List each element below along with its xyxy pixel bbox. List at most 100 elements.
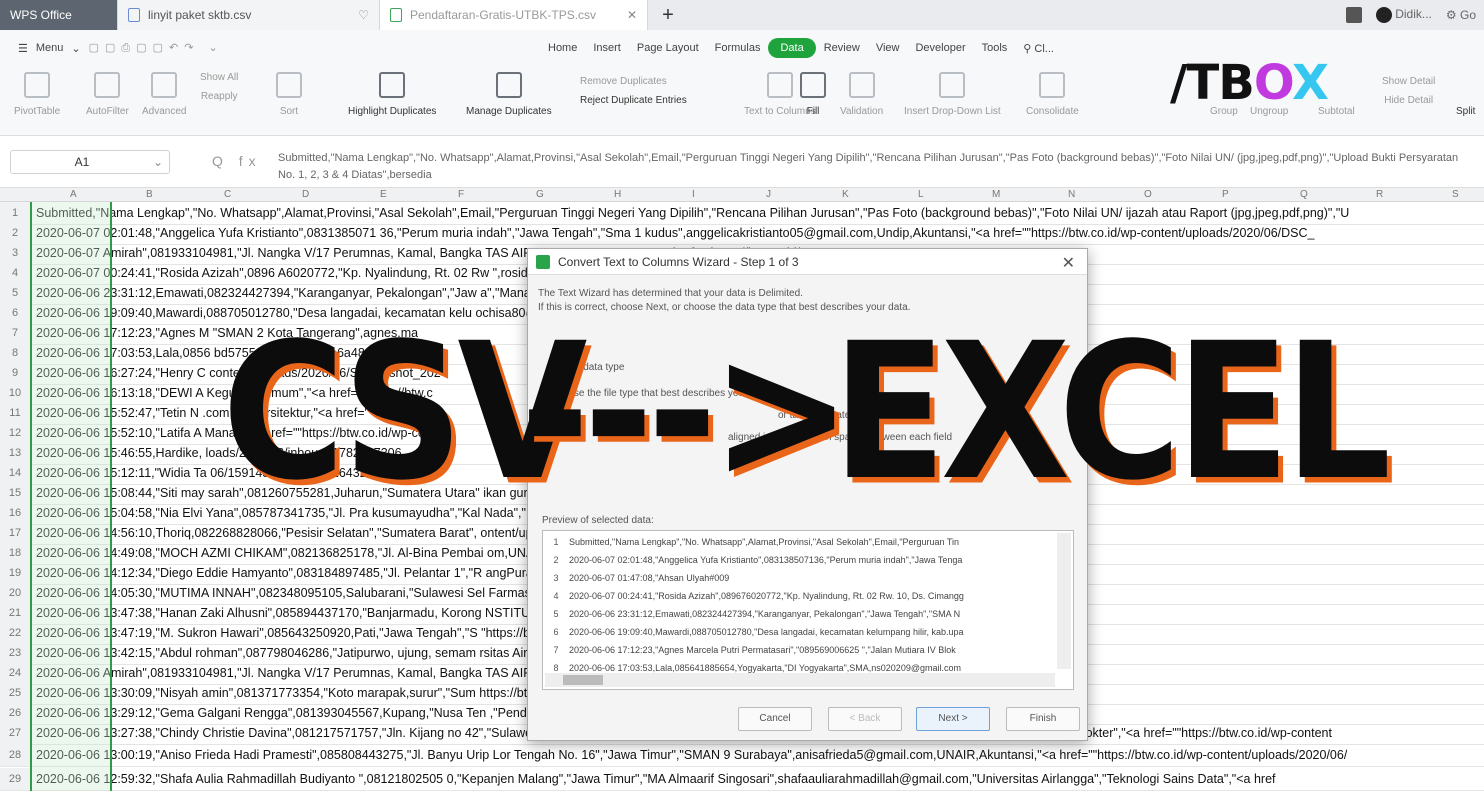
row-number[interactable]: 9 [0,362,30,384]
split-button[interactable]: Split [1456,106,1475,117]
col-e[interactable]: E [380,189,387,200]
fill-button[interactable]: Fill [800,72,826,117]
col-i[interactable]: I [692,189,695,200]
row-content[interactable]: 2020-06-07 02:01:48,"Anggelica Yufa Kris… [30,226,1315,240]
new-tab-button[interactable]: + [648,0,688,30]
row-number[interactable]: 14 [0,462,30,484]
tab-insert[interactable]: Insert [585,38,629,58]
row-number[interactable]: 21 [0,602,30,624]
col-k[interactable]: K [842,189,849,200]
col-j[interactable]: J [766,189,771,200]
tab-data[interactable]: Data [768,38,816,58]
consolidate-button[interactable]: Consolidate [1026,72,1079,117]
tab-home[interactable]: Home [540,38,585,58]
col-d[interactable]: D [302,189,309,200]
col-a[interactable]: A [70,189,77,200]
finish-button[interactable]: Finish [1006,707,1080,731]
row-number[interactable]: 4 [0,262,30,284]
row-number[interactable]: 26 [0,702,30,724]
show-all-button[interactable]: Show All Reapply [200,72,238,102]
col-q[interactable]: Q [1300,189,1308,200]
autofilter-button[interactable]: AutoFilter [86,72,129,117]
sort-button[interactable]: Sort [276,72,302,117]
user-account[interactable]: Didik... [1375,7,1432,23]
cancel-button[interactable]: Cancel [738,707,812,731]
row-number[interactable]: 7 [0,322,30,344]
hamburger-icon[interactable]: ☰ [18,42,28,55]
row-number[interactable]: 8 [0,342,30,364]
row-number[interactable]: 11 [0,402,30,424]
row-number[interactable]: 23 [0,642,30,664]
tab-pendaftaran-csv[interactable]: Pendaftaran-Gratis-UTBK-TPS.csv ✕ [380,0,648,30]
settings-gear-icon[interactable]: ⚙ Go [1446,8,1476,22]
row-number[interactable]: 24 [0,662,30,684]
quick-access-icons[interactable]: ▢▢⎙▢▢↶↷ ⌄ [89,41,224,55]
next-button[interactable]: Next > [916,707,990,731]
reapply-label[interactable]: Reapply [201,91,238,102]
tab-review[interactable]: Review [816,38,868,58]
row-number[interactable]: 25 [0,682,30,704]
manage-duplicates-button[interactable]: Manage Duplicates [466,72,552,117]
tab-wps-office[interactable]: WPS Office [0,0,118,30]
name-box[interactable]: A1 ⌄ [10,150,170,174]
col-b[interactable]: B [146,189,153,200]
back-button[interactable]: < Back [828,707,902,731]
chevron-down-icon[interactable]: ⌄ [71,42,80,55]
table-row[interactable]: 29 2020-06-06 12:59:32,"Shafa Aulia Rahma… [0,768,1484,791]
remove-duplicates-button[interactable]: Remove Duplicates Reject Duplicate Entrie… [580,76,687,106]
row-number[interactable]: 3 [0,242,30,264]
col-h[interactable]: H [614,189,621,200]
row-number[interactable]: 17 [0,522,30,544]
row-content[interactable]: 2020-06-06 13:00:19,"Aniso Frieda Hadi P… [30,748,1347,762]
row-number[interactable]: 20 [0,582,30,604]
col-p[interactable]: P [1222,189,1229,200]
validation-button[interactable]: Validation [840,72,883,117]
pin-icon[interactable]: ♡ [358,8,369,22]
formula-input[interactable]: Submitted,"Nama Lengkap","No. Whatsapp",… [278,150,1478,186]
col-g[interactable]: G [536,189,544,200]
row-number[interactable]: 22 [0,622,30,644]
dialog-title-bar[interactable]: Convert Text to Columns Wizard - Step 1 … [528,249,1087,275]
tab-view[interactable]: View [868,38,908,58]
reject-duplicates-label[interactable]: Reject Duplicate Entries [580,95,687,106]
col-f[interactable]: F [458,189,464,200]
row-number[interactable]: 15 [0,482,30,504]
row-number[interactable]: 6 [0,302,30,324]
col-l[interactable]: L [918,189,924,200]
insert-dropdown-button[interactable]: Insert Drop-Down List [904,72,1001,117]
data-preview[interactable]: 1 Submitted,"Nama Lengkap","No. Whatsapp"… [542,530,1074,690]
row-number[interactable]: 27 [0,722,30,744]
pivot-table-button[interactable]: PivotTable [14,72,60,117]
col-r[interactable]: R [1376,189,1383,200]
col-n[interactable]: N [1068,189,1075,200]
tab-formulas[interactable]: Formulas [707,38,769,58]
layout-icon[interactable] [1345,7,1362,23]
horizontal-scrollbar[interactable] [545,673,1055,687]
row-number[interactable]: 19 [0,562,30,584]
row-number[interactable]: 5 [0,282,30,304]
advanced-filter-button[interactable]: Advanced [142,72,186,117]
close-icon[interactable]: ✕ [1062,251,1075,277]
main-menu-button[interactable]: Menu [36,42,64,54]
row-number[interactable]: 13 [0,442,30,464]
row-number[interactable]: 12 [0,422,30,444]
close-tab-icon[interactable]: ✕ [627,8,637,22]
fx-icon[interactable]: Q fx [212,153,262,169]
row-number[interactable]: 28 [0,744,30,766]
hide-detail-label[interactable]: Hide Detail [1384,95,1433,106]
tab-tools[interactable]: Tools [974,38,1016,58]
col-m[interactable]: M [992,189,1000,200]
find-command[interactable]: ⚲ Cl... [1015,38,1062,59]
tab-developer[interactable]: Developer [907,38,973,58]
row-number[interactable]: 16 [0,502,30,524]
row-number[interactable]: 2 [0,222,30,244]
scroll-thumb[interactable] [563,675,603,685]
vertical-scrollbar[interactable] [1057,533,1071,669]
tab-page-layout[interactable]: Page Layout [629,38,707,58]
table-row[interactable]: 28 2020-06-06 13:00:19,"Aniso Frieda Hadi… [0,744,1484,767]
col-s[interactable]: S [1452,189,1459,200]
show-detail-button[interactable]: Show Detail Hide Detail [1382,76,1435,106]
row-content[interactable]: 2020-06-06 12:59:32,"Shafa Aulia Rahmadi… [30,772,1276,786]
chevron-down-icon[interactable]: ⌄ [153,151,169,173]
row-content[interactable]: Submitted,"Nama Lengkap","No. Whatsapp",… [30,206,1349,220]
